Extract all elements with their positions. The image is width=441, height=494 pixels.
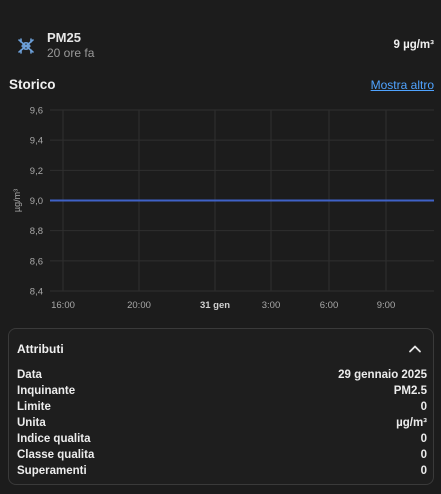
- attribute-row: Unita µg/m³: [17, 417, 427, 433]
- y-tick-label: 8,4: [30, 287, 43, 298]
- y-axis-label: µg/m³: [12, 189, 22, 212]
- attributes-header[interactable]: Attributi: [9, 329, 433, 369]
- x-tick-label: 6:00: [320, 300, 339, 311]
- air-filter-icon: [18, 38, 34, 54]
- attribute-key: Inquinante: [17, 385, 76, 397]
- history-title: Storico: [9, 77, 56, 92]
- entity-state-value: 9 µg/m³: [393, 39, 435, 51]
- attribute-key: Limite: [17, 401, 51, 413]
- attribute-key: Data: [17, 369, 42, 381]
- y-tick-label: 9,0: [30, 196, 43, 207]
- entity-name: PM25: [47, 30, 81, 45]
- attribute-key: Unita: [17, 417, 46, 429]
- entity-row[interactable]: PM25 20 ore fa 9 µg/m³: [0, 28, 441, 64]
- attribute-key: Superamenti: [17, 465, 87, 477]
- history-chart[interactable]: 9,6 9,4 9,2 9,0 8,8 8,6 8,4 16:00 20:00 31 gen 3:0…: [0, 100, 441, 320]
- show-more-link[interactable]: Mostra altro: [371, 78, 434, 92]
- y-tick-label: 9,6: [30, 106, 43, 117]
- attributes-title: Attributi: [17, 342, 64, 356]
- attribute-key: Classe qualita: [17, 449, 95, 461]
- attribute-row: Classe qualita 0: [17, 449, 427, 465]
- attribute-value: 29 gennaio 2025: [338, 369, 427, 381]
- attribute-row: Limite 0: [17, 401, 427, 417]
- chevron-up-icon[interactable]: [407, 341, 423, 357]
- attribute-value: 0: [420, 433, 427, 445]
- x-tick-label: 20:00: [127, 300, 151, 311]
- attribute-row: Indice qualita 0: [17, 433, 427, 449]
- attribute-value: 0: [420, 465, 427, 477]
- attribute-row: Superamenti 0: [17, 465, 427, 481]
- attribute-value: 0: [420, 401, 427, 413]
- y-tick-label: 9,2: [30, 166, 43, 177]
- entity-last-changed: 20 ore fa: [47, 46, 95, 60]
- x-tick-label: 31 gen: [200, 300, 230, 311]
- attribute-value: µg/m³: [396, 417, 427, 429]
- attribute-row: Inquinante PM2.5: [17, 385, 427, 401]
- attributes-card: Attributi Data 29 gennaio 2025 Inquinante P…: [8, 328, 434, 485]
- x-tick-label: 16:00: [51, 300, 75, 311]
- attribute-value: PM2.5: [393, 385, 427, 397]
- y-tick-label: 8,8: [30, 226, 43, 237]
- x-tick-label: 3:00: [262, 300, 281, 311]
- attribute-row: Data 29 gennaio 2025: [17, 369, 427, 385]
- y-tick-label: 8,6: [30, 256, 43, 267]
- attributes-list: Data 29 gennaio 2025 Inquinante PM2.5 Limite…: [17, 369, 427, 481]
- x-tick-label: 9:00: [377, 300, 396, 311]
- attribute-value: 0: [420, 449, 427, 461]
- attribute-key: Indice qualita: [17, 433, 91, 445]
- y-tick-label: 9,4: [30, 136, 43, 147]
